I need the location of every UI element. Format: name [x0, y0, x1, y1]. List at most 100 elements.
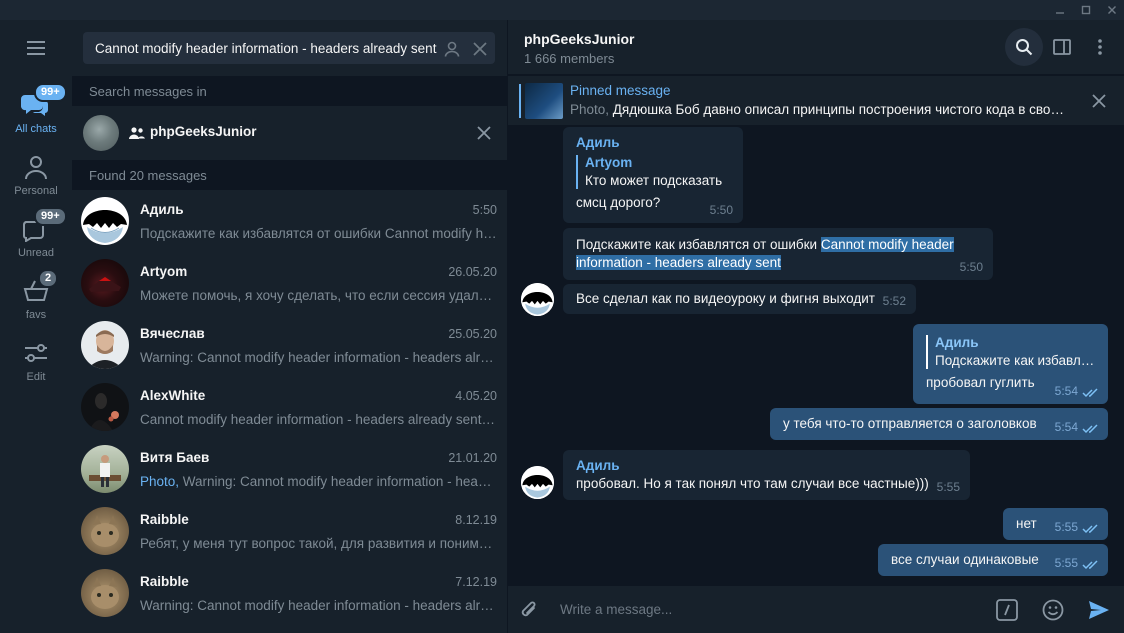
reply-text: Подскажите как избавлятся — [935, 353, 1095, 368]
search-in-chat-row[interactable]: phpGeeksJunior — [72, 107, 508, 159]
more-options-button[interactable] — [1081, 28, 1119, 66]
result-snippet: Photo, Warning: Cannot modify header inf… — [140, 474, 498, 489]
more-vertical-icon — [1098, 39, 1102, 55]
pinned-media-type: Photo, — [570, 102, 613, 117]
message-bubble[interactable]: Подскажите как избавлятся от ошибки Cann… — [563, 228, 993, 280]
smile-icon — [1042, 599, 1064, 621]
result-date: 26.05.20 — [448, 265, 497, 279]
message-input[interactable] — [560, 598, 980, 620]
sender-avatar[interactable] — [521, 466, 554, 499]
avatar — [81, 383, 129, 431]
reply-quote[interactable]: Адиль Подскажите как избавлятся — [926, 334, 1095, 370]
folder-personal[interactable]: Personal — [0, 144, 72, 206]
emoji-button[interactable] — [1038, 595, 1068, 625]
folder-edit[interactable]: Edit — [0, 330, 72, 392]
result-date: 25.05.20 — [448, 327, 497, 341]
result-snippet: Warning: Cannot modify header informatio… — [140, 350, 498, 365]
pinned-indicator — [519, 84, 521, 118]
chat-bubbles-icon: 99+ — [20, 83, 67, 120]
search-icon — [1016, 39, 1033, 56]
search-result[interactable]: Artyom 26.05.20 Можете помочь, я хочу сд… — [72, 252, 508, 314]
search-result[interactable]: Вячеслав 25.05.20 Warning: Cannot modify… — [72, 314, 508, 376]
send-icon — [1089, 601, 1109, 619]
result-text: Warning: Cannot modify header informatio… — [140, 598, 498, 613]
search-result[interactable]: Raibble 8.12.19 Ребят, у меня тут вопрос… — [72, 500, 508, 562]
search-in-header: Search messages in — [72, 76, 508, 106]
double-check-icon — [1082, 524, 1098, 534]
clear-search-button[interactable] — [469, 38, 491, 60]
bot-commands-button[interactable] — [992, 595, 1022, 625]
search-button[interactable] — [1005, 28, 1043, 66]
pinned-message-bar[interactable]: Pinned message Photo, Дядюшка Боб давно … — [508, 75, 1124, 125]
search-bar — [72, 20, 508, 76]
result-text: Warning: Cannot modify header informatio… — [140, 350, 498, 365]
sender-avatar[interactable] — [521, 283, 554, 316]
message-bubble-outgoing[interactable]: все случаи одинаковые 5:55 — [878, 544, 1108, 576]
search-panel: Search messages in phpGeeksJunior Found … — [72, 20, 508, 633]
result-text: Cannot modify header information - heade… — [140, 412, 498, 427]
attach-button[interactable] — [514, 595, 544, 625]
selected-text: Cannot modify header — [820, 237, 954, 252]
found-messages-header: Found 20 messages — [72, 160, 508, 190]
message-text-plain: Подскажите как избавлятся от ошибки — [576, 237, 821, 252]
window-titlebar — [0, 0, 1124, 20]
sliders-icon — [20, 338, 52, 368]
folder-unread-badge: 99+ — [34, 207, 67, 226]
avatar — [81, 259, 129, 307]
message-bubble[interactable]: Адиль пробовал. Но я так понял что там с… — [563, 450, 970, 500]
search-input[interactable] — [95, 32, 445, 64]
double-check-icon — [1082, 424, 1098, 434]
send-button[interactable] — [1084, 595, 1114, 625]
folder-unread[interactable]: 99+ Unread — [0, 206, 72, 268]
folder-label: All chats — [15, 123, 57, 135]
message-text: у тебя что-то отправляется о заголовков — [783, 416, 1037, 431]
minimize-icon[interactable] — [1048, 0, 1072, 20]
person-icon — [444, 41, 460, 57]
message-bubble[interactable]: Все сделал как по видеоуроку и фигня вых… — [563, 284, 916, 314]
remove-chat-filter-button[interactable] — [474, 123, 494, 143]
search-result[interactable]: Адиль 5:50 Подскажите как избавлятся от … — [72, 190, 508, 252]
message-sender: Адиль — [576, 135, 620, 150]
folder-favs[interactable]: 2 favs — [0, 268, 72, 330]
menu-button[interactable] — [0, 20, 72, 76]
search-result[interactable]: Витя Баев 21.01.20 Photo, Warning: Canno… — [72, 438, 508, 500]
close-pinned-button[interactable] — [1090, 92, 1108, 110]
search-result[interactable]: AlexWhite 4.05.20 Cannot modify header i… — [72, 376, 508, 438]
maximize-icon[interactable] — [1074, 0, 1098, 20]
result-snippet: Cannot modify header information - heade… — [140, 412, 498, 427]
reply-quote[interactable]: Artyom Кто может подсказать — [576, 154, 730, 190]
result-sender: Raibble — [140, 574, 189, 589]
message-time: 5:55 — [1054, 556, 1078, 570]
message-bubble-outgoing[interactable]: нет 5:55 — [1003, 508, 1108, 540]
message-time: 5:52 — [882, 294, 906, 308]
pinned-text: Дядюшка Боб давно описал принципы постро… — [612, 102, 1070, 117]
avatar — [81, 445, 129, 493]
avatar — [81, 507, 129, 555]
message-time: 5:55 — [1054, 520, 1078, 534]
result-sender: Адиль — [140, 202, 184, 217]
message-bubble[interactable]: Адиль Artyom Кто может подсказать смсц д… — [563, 127, 743, 223]
avatar — [81, 569, 129, 617]
search-result[interactable]: Raibble 7.12.19 Warning: Cannot modify h… — [72, 562, 508, 624]
message-text: Подскажите как избавлятся от ошибки Cann… — [576, 236, 980, 272]
message-time: 5:50 — [959, 260, 983, 274]
sidebar-toggle-button[interactable] — [1043, 28, 1081, 66]
message-time: 5:55 — [936, 480, 960, 494]
search-from-user-button[interactable] — [441, 38, 463, 60]
message-bubble-outgoing[interactable]: у тебя что-то отправляется о заголовков … — [770, 408, 1108, 440]
chat-title[interactable]: phpGeeksJunior — [524, 31, 634, 47]
result-text: Warning: Cannot modify header informatio… — [182, 474, 498, 489]
member-count: 1 666 members — [524, 51, 615, 66]
search-chat-name: phpGeeksJunior — [150, 124, 257, 139]
message-text: смсц дорого? — [576, 195, 661, 210]
reply-author: Адиль — [935, 335, 979, 350]
close-icon — [1092, 94, 1106, 108]
folder-all-chats[interactable]: 99+ All chats — [0, 82, 72, 144]
result-media-type: Photo, — [140, 474, 183, 489]
result-sender: AlexWhite — [140, 388, 206, 403]
message-bubble-outgoing[interactable]: Адиль Подскажите как избавлятся пробовал… — [913, 324, 1108, 404]
result-sender: Artyom — [140, 264, 188, 279]
chat-header[interactable]: phpGeeksJunior 1 666 members — [508, 20, 1124, 74]
result-text: Ребят, у меня тут вопрос такой, для разв… — [140, 536, 498, 551]
close-window-icon[interactable] — [1100, 0, 1124, 20]
